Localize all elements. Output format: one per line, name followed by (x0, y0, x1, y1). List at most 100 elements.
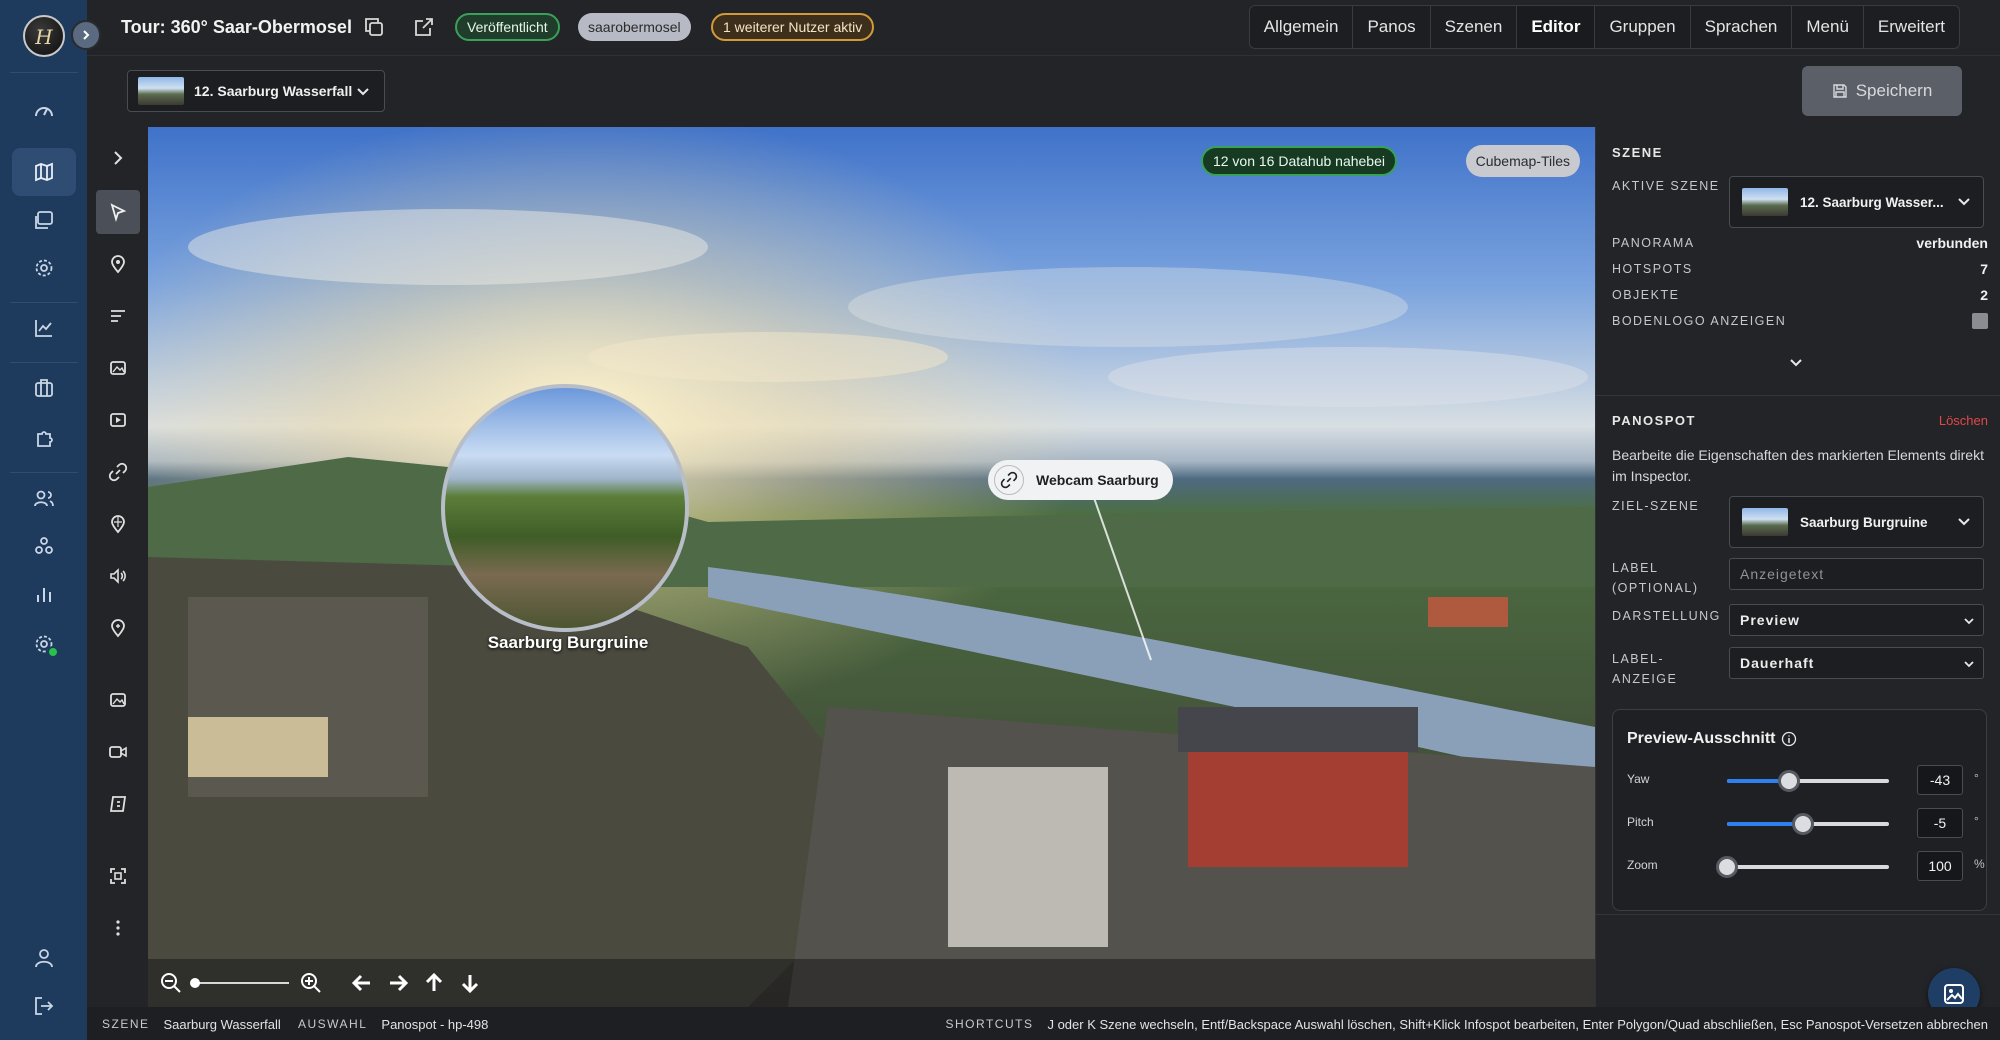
pan-down-button[interactable] (456, 969, 484, 997)
focus-tool[interactable] (96, 854, 140, 898)
label-display-label-2: ANZEIGE (1612, 672, 1678, 686)
target-scene-select[interactable]: Saarburg Burgruine (1729, 496, 1984, 548)
active-scene-thumbnail (1742, 188, 1788, 216)
tours-nav-button[interactable] (12, 148, 76, 196)
tab-szenen[interactable]: Szenen (1431, 6, 1518, 48)
copy-button[interactable] (362, 15, 386, 39)
label-display-select[interactable]: Dauerhaft (1729, 647, 1984, 679)
expand-more-icon[interactable] (1788, 355, 1804, 371)
tab-sprachen[interactable]: Sprachen (1691, 6, 1793, 48)
text-tool[interactable] (96, 294, 140, 338)
hotspot-webcam[interactable]: Webcam Saarburg (988, 460, 1173, 500)
gear-icon (35, 259, 53, 277)
open-external-button[interactable] (412, 15, 436, 39)
users-nav-button[interactable] (12, 474, 76, 522)
location-tool[interactable] (96, 502, 140, 546)
pan-right-button[interactable] (384, 969, 412, 997)
tab-gruppen[interactable]: Gruppen (1595, 6, 1691, 48)
zoom-out-button[interactable] (157, 969, 185, 997)
info-pin-tool[interactable] (96, 606, 140, 650)
objects-value: 2 (1980, 287, 1988, 303)
yaw-slider-handle[interactable] (1777, 770, 1800, 792)
footer-selection-key: AUSWAHL (298, 1017, 368, 1031)
chevron-down-icon (1958, 518, 1970, 526)
floor-logo-checkbox[interactable] (1972, 313, 1988, 329)
select-tool[interactable] (96, 190, 140, 234)
tab-erweitert[interactable]: Erweitert (1864, 6, 1959, 48)
video-tool[interactable] (96, 398, 140, 442)
zoom-slider-handle[interactable] (1716, 856, 1738, 878)
dashboard-nav-button[interactable] (12, 88, 76, 136)
pan-left-button[interactable] (348, 969, 376, 997)
panorama-viewer[interactable]: 12 von 16 Datahub nahebei Cubemap-Tiles … (148, 127, 1595, 1007)
scene-preview-label: Saarburg Burgruine (487, 633, 649, 652)
display-select[interactable]: Preview (1729, 604, 1984, 636)
media-nav-button[interactable] (12, 196, 76, 244)
label-input[interactable]: Anzeigetext (1729, 558, 1984, 590)
link-icon (994, 465, 1024, 495)
floor-logo-label: BODENLOGO ANZEIGEN (1612, 314, 1787, 328)
expand-sidebar-button[interactable] (71, 20, 101, 50)
zoom-input[interactable]: 100 (1917, 851, 1963, 881)
link-tool[interactable] (96, 450, 140, 494)
tab-men-[interactable]: Menü (1792, 6, 1864, 48)
logout-nav-button[interactable] (12, 982, 76, 1030)
plugins-nav-button[interactable] (12, 414, 76, 462)
bar-chart-icon (37, 588, 51, 602)
tour-title: Tour: 360° Saar-Obermosel (121, 17, 352, 37)
business-nav-button[interactable] (12, 364, 76, 412)
zoom-slider-handle[interactable] (190, 978, 200, 988)
display-select-value: Preview (1740, 612, 1800, 628)
audio-tool[interactable] (96, 554, 140, 598)
link-icon (108, 462, 128, 482)
arrow-up-icon (425, 972, 443, 991)
network-icon (35, 537, 53, 554)
yaw-unit: ° (1974, 771, 1979, 785)
scene-preview-bubble[interactable] (441, 384, 689, 632)
gallery-tool[interactable] (96, 678, 140, 722)
zoom-in-button[interactable] (297, 969, 325, 997)
footer-shortcuts-value: J oder K Szene wechseln, Entf/Backspace … (1047, 1017, 1988, 1032)
pitch-slider-handle[interactable] (1792, 813, 1815, 835)
groups-nav-button[interactable] (12, 522, 76, 570)
collapse-tools-button[interactable] (96, 136, 140, 180)
yaw-input[interactable]: -43 (1917, 765, 1963, 795)
speaker-icon (110, 568, 126, 584)
footer-shortcuts: SHORTCUTS J oder K Szene wechseln, Entf/… (946, 1017, 1989, 1032)
polygon-tool[interactable] (96, 782, 140, 826)
panospot-tool[interactable] (96, 242, 140, 286)
chevron-down-icon (1958, 198, 1970, 206)
pitch-input[interactable]: -5 (1917, 808, 1963, 838)
scene-select[interactable]: 12. Saarburg Wasserfall (127, 70, 385, 112)
target-scene-value: Saarburg Burgruine (1800, 514, 1928, 530)
published-badge: Veröffentlicht (455, 13, 560, 41)
save-icon (1833, 84, 1847, 98)
chevron-right-icon (114, 151, 123, 165)
active-scene-value: 12. Saarburg Wasser... (1800, 194, 1944, 210)
delete-panospot-link[interactable]: Löschen (1939, 413, 1988, 428)
tab-allgemein[interactable]: Allgemein (1250, 6, 1354, 48)
map-pin-icon (111, 255, 125, 274)
editor-tools (87, 127, 148, 1007)
preview-crop-title: Preview-Ausschnitt (1627, 730, 1797, 748)
tab-panos[interactable]: Panos (1353, 6, 1431, 48)
datahub-nearby-badge[interactable]: 12 von 16 Datahub nahebei (1200, 146, 1397, 176)
preview-crop-box: Preview-Ausschnitt Yaw -43 ° Pitch -5 ° … (1612, 709, 1987, 911)
footer-selection-value: Panospot - hp-498 (381, 1017, 489, 1032)
display-label: DARSTELLUNG (1612, 609, 1721, 623)
pan-up-button[interactable] (420, 969, 448, 997)
zoom-slider-track[interactable] (194, 982, 289, 984)
tab-editor[interactable]: Editor (1517, 6, 1596, 48)
system-settings-nav-button[interactable] (12, 620, 76, 668)
save-button[interactable]: Speichern (1802, 66, 1962, 116)
settings-nav-button[interactable] (12, 244, 76, 292)
analytics-nav-button[interactable] (12, 304, 76, 352)
stats-nav-button[interactable] (12, 570, 76, 618)
info-icon[interactable] (1781, 731, 1797, 747)
image-tool[interactable] (96, 346, 140, 390)
active-scene-select[interactable]: 12. Saarburg Wasser... (1729, 176, 1984, 228)
zoom-slider-track[interactable] (1727, 865, 1889, 869)
profile-nav-button[interactable] (12, 934, 76, 982)
more-tools-button[interactable] (96, 906, 140, 950)
camera-tool[interactable] (96, 730, 140, 774)
